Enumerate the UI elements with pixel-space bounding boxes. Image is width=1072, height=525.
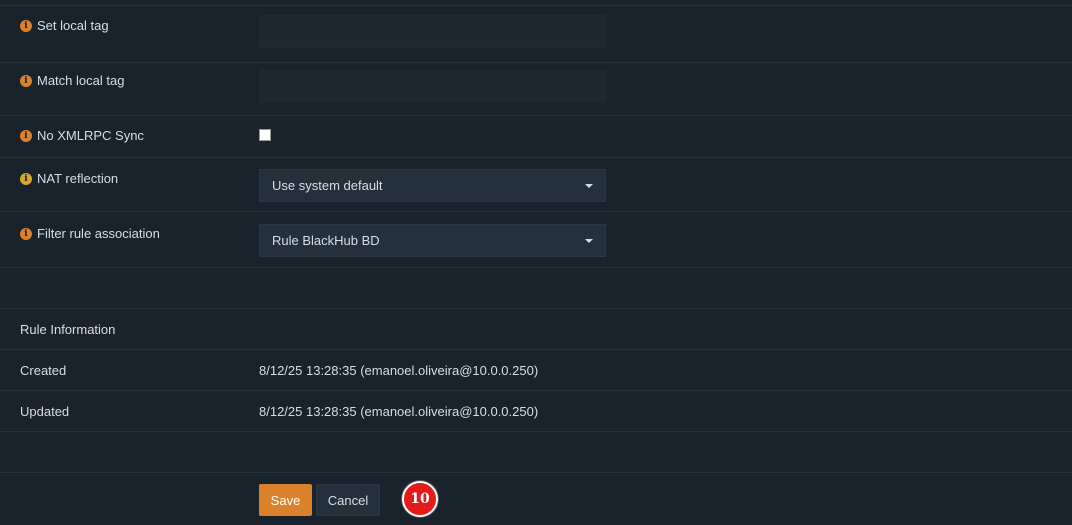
info-icon[interactable]: i: [20, 129, 32, 142]
info-icon[interactable]: i: [20, 74, 32, 87]
row-spacer: [0, 268, 1072, 309]
nat-reflection-selected: Use system default: [272, 178, 383, 193]
info-icon[interactable]: i: [20, 172, 32, 185]
created-value: 8/12/25 13:28:35 (emanoel.oliveira@10.0.…: [259, 363, 539, 378]
info-icon[interactable]: i: [20, 19, 32, 32]
row-match-local-tag: i Match local tag: [0, 62, 1072, 116]
info-icon[interactable]: i: [20, 227, 32, 240]
row-spacer-bottom: [0, 432, 1072, 473]
no-xmlrpc-sync-label: No XMLRPC Sync: [37, 128, 144, 143]
row-nat-reflection: i NAT reflection Use system default: [0, 157, 1072, 212]
row-created: Created 8/12/25 13:28:35 (emanoel.olivei…: [0, 350, 1072, 391]
filter-rule-association-label: Filter rule association: [37, 226, 160, 241]
step-badge: 10: [402, 481, 438, 517]
rule-information-heading: Rule Information: [20, 322, 116, 337]
row-no-xmlrpc-sync: i No XMLRPC Sync: [0, 115, 1072, 158]
cancel-button[interactable]: Cancel: [316, 484, 380, 516]
nat-reflection-select[interactable]: Use system default: [259, 169, 606, 202]
label-set-local-tag: i Set local tag: [20, 18, 109, 33]
label-filter-rule-association: i Filter rule association: [20, 226, 160, 241]
updated-value: 8/12/25 13:28:35 (emanoel.oliveira@10.0.…: [259, 404, 539, 419]
match-local-tag-input[interactable]: [259, 70, 606, 103]
row-set-local-tag: i Set local tag: [0, 6, 1072, 63]
no-xmlrpc-sync-checkbox[interactable]: [259, 129, 271, 141]
save-button[interactable]: Save: [259, 484, 312, 516]
match-local-tag-label: Match local tag: [37, 73, 125, 88]
row-rule-information: Rule Information: [0, 309, 1072, 350]
row-updated: Updated 8/12/25 13:28:35 (emanoel.olivei…: [0, 391, 1072, 432]
filter-rule-association-selected: Rule BlackHub BD: [272, 233, 380, 248]
set-local-tag-input[interactable]: [259, 15, 606, 48]
set-local-tag-label: Set local tag: [37, 18, 109, 33]
chevron-down-icon: [585, 239, 593, 243]
filter-rule-association-select[interactable]: Rule BlackHub BD: [259, 224, 606, 257]
nat-reflection-label: NAT reflection: [37, 171, 119, 186]
updated-label: Updated: [20, 404, 70, 419]
label-nat-reflection: i NAT reflection: [20, 171, 118, 186]
created-label: Created: [20, 363, 67, 378]
chevron-down-icon: [585, 184, 593, 188]
label-match-local-tag: i Match local tag: [20, 73, 124, 88]
row-filter-rule-association: i Filter rule association Rule BlackHub …: [0, 211, 1072, 268]
label-no-xmlrpc-sync: i No XMLRPC Sync: [20, 128, 144, 143]
